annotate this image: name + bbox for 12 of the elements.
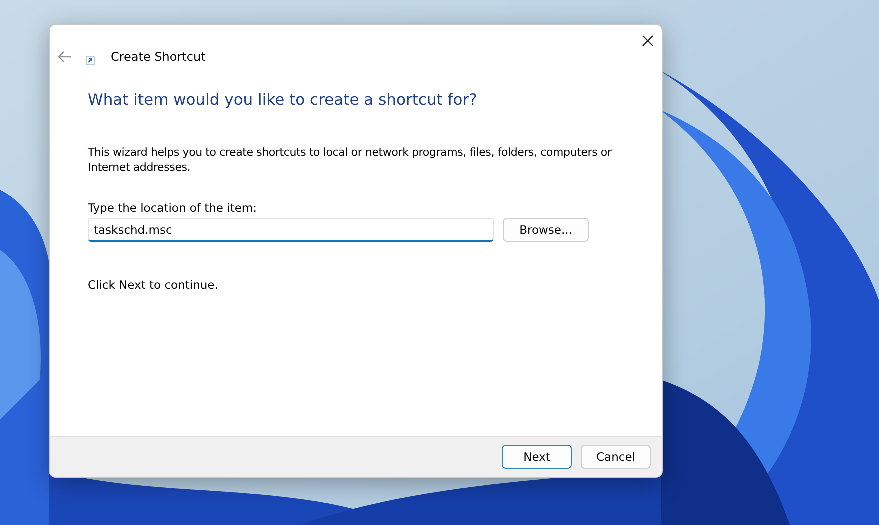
back-arrow-icon[interactable]	[58, 51, 72, 63]
dialog-button[interactable]: Cancel	[581, 445, 651, 469]
location-input-field[interactable]: taskschd.msc	[88, 218, 494, 242]
default-button[interactable]: Next	[502, 445, 572, 469]
wizard-description: This wizard helps you to create shortcuts to local or network programs, files, folders, computers or Internet addresses.	[88, 145, 613, 175]
shortcut-icon	[86, 56, 95, 64]
location-label: Type the location of the item:	[88, 201, 258, 215]
close-icon[interactable]	[642, 35, 654, 47]
browse-button[interactable]: Browse...	[503, 218, 589, 242]
continue-hint: Click Next to continue.	[88, 278, 220, 292]
wizard-heading: What item would you like to create a shortcut for?	[88, 91, 478, 109]
window-title: Create Shortcut	[111, 50, 206, 64]
